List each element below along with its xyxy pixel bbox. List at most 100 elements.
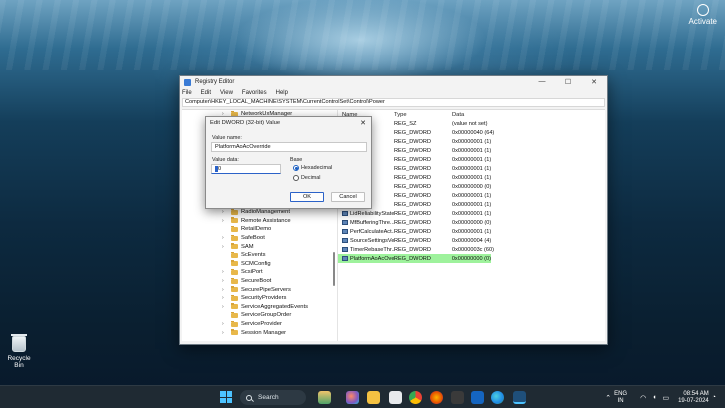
dialog-close-button[interactable]: ✕: [355, 119, 371, 127]
value-type-cell: REG_DWORD: [394, 192, 431, 199]
tree-item[interactable]: › RadioManagement: [222, 208, 290, 217]
value-type-cell: REG_DWORD: [394, 183, 431, 190]
app-icon[interactable]: [451, 391, 464, 404]
title-bar[interactable]: Registry Editor — ☐ ✕: [180, 76, 607, 88]
value-data-field[interactable]: 0: [211, 164, 281, 174]
value-name-text: MfBufferingThre...: [350, 219, 394, 226]
tree-item-label: SecurePipeServers: [241, 286, 291, 293]
value-name-cell: PerfCalculateAct...: [338, 229, 394, 235]
table-row[interactable]: TimerRebaseThr... REG_DWORD 0x0000003c (60…: [338, 245, 605, 254]
tree-item[interactable]: › ServiceProvider: [222, 320, 282, 329]
tree-item[interactable]: › SAM: [222, 242, 254, 251]
tree-item-label: SecurityProviders: [241, 295, 287, 302]
value-data-cell: 0x00000001 (1): [452, 147, 492, 154]
radio-selected-icon: [293, 165, 299, 171]
menu-file[interactable]: File: [182, 90, 192, 96]
menu-help[interactable]: Help: [276, 90, 288, 96]
value-data-cell: 0x00000004 (4): [452, 237, 492, 244]
folder-icon: [231, 243, 238, 250]
tree-item[interactable]: › Session Manager: [222, 328, 286, 337]
ok-button[interactable]: OK: [290, 192, 324, 202]
table-row[interactable]: ...ompli...REG_DWORD0x00000001 (1): [338, 200, 605, 209]
window-title: Registry Editor: [195, 79, 235, 85]
clock[interactable]: 08:54 AM 19-07-2024: [678, 391, 709, 405]
menu-edit[interactable]: Edit: [201, 90, 211, 96]
tree-item[interactable]: › SecureBoot: [222, 277, 271, 286]
outlook-icon[interactable]: [471, 391, 484, 404]
start-button[interactable]: [220, 391, 233, 404]
value-data-cell: 0x0000003c (60): [452, 246, 494, 253]
hexadecimal-radio[interactable]: Hexadecimal: [293, 165, 332, 171]
store-icon[interactable]: [389, 391, 402, 404]
table-row[interactable]: ...izePer...REG_DWORD0x00000000 (0): [338, 182, 605, 191]
cancel-button[interactable]: Cancel: [331, 192, 365, 202]
value-name-text: SourceSettingsVe...: [350, 237, 394, 244]
chevron-up-icon[interactable]: ⌃: [605, 394, 611, 402]
notification-bell-icon[interactable]: ◔: [712, 394, 716, 401]
value-data-cell: 0x00000000 (0): [451, 255, 491, 262]
address-bar[interactable]: Computer\HKEY_LOCAL_MACHINE\SYSTEM\Curre…: [182, 98, 605, 107]
chevron-right-icon: ›: [222, 278, 224, 285]
registry-editor-taskbar-icon[interactable]: [513, 391, 526, 404]
tree-item[interactable]: › ScsiPort: [222, 268, 263, 277]
table-row[interactable]: ...Enable...REG_DWORD0x00000001 (1): [338, 191, 605, 200]
tree-item-label: ScsiPort: [241, 269, 263, 276]
language-indicator[interactable]: ENG IN: [614, 391, 627, 404]
column-type-header[interactable]: Type: [394, 112, 452, 118]
edit-dword-dialog: Edit DWORD (32-bit) Value ✕ Value name: …: [205, 116, 372, 209]
decimal-radio[interactable]: Decimal: [293, 175, 320, 181]
table-row[interactable]: ...werButt...REG_DWORD0x00000001 (1): [338, 155, 605, 164]
folder-icon: [231, 311, 238, 318]
maximize-button[interactable]: ☐: [555, 78, 581, 86]
table-row[interactable]: ...utSupp...REG_DWORD0x00000001 (1): [338, 146, 605, 155]
wifi-icon[interactable]: ◠: [640, 394, 646, 402]
menu-view[interactable]: View: [220, 90, 233, 96]
value-name-text: TimerRebaseThr...: [350, 246, 394, 253]
table-row[interactable]: PerfCalculateAct... REG_DWORD 0x00000001 (…: [338, 227, 605, 236]
table-row[interactable]: LidReliabilityState REG_DWORD 0x00000001 (…: [338, 209, 605, 218]
tree-item[interactable]: › SecurePipeServers: [222, 285, 291, 294]
tree-item[interactable]: › ServiceAggregatedEvents: [222, 303, 308, 312]
battery-icon[interactable]: ▭: [662, 394, 669, 402]
chevron-right-icon: ›: [222, 269, 224, 276]
table-row[interactable]: MfBufferingThre... REG_DWORD 0x00000000 (0…: [338, 218, 605, 227]
table-row[interactable]: ...eDurin...REG_DWORD0x00000001 (1): [338, 137, 605, 146]
value-type-cell: REG_DWORD: [394, 246, 431, 253]
edge-icon[interactable]: [491, 391, 504, 404]
firefox-icon[interactable]: [430, 391, 443, 404]
reg-dword-icon: [342, 247, 348, 253]
table-row[interactable]: SourceSettingsVe...REG_DWORD 0x00000004 (…: [338, 236, 605, 245]
tree-item[interactable]: RetailDemo: [222, 225, 271, 234]
table-row[interactable]: ...essorI...REG_DWORD0x00000001 (1): [338, 173, 605, 182]
volume-icon[interactable]: ◖: [652, 394, 656, 401]
value-data-cell: 0x00000001 (1): [452, 192, 492, 199]
value-type-cell: REG_DWORD: [394, 237, 431, 244]
close-button[interactable]: ✕: [581, 78, 607, 86]
value-name-text: PlatformAoAcOve...: [350, 255, 394, 262]
minimize-button[interactable]: —: [529, 78, 555, 86]
dialog-title-bar[interactable]: Edit DWORD (32-bit) Value ✕: [206, 117, 371, 129]
chevron-right-icon: ›: [222, 243, 224, 250]
tree-item[interactable]: ScEvents: [222, 251, 266, 260]
tree-item[interactable]: › SafeBoot: [222, 234, 265, 243]
menu-favorites[interactable]: Favorites: [242, 90, 267, 96]
value-name-text: LidReliabilityState: [350, 210, 394, 217]
table-row[interactable]: REG_SZ (value not set): [338, 119, 605, 128]
tree-item[interactable]: SCMConfig: [222, 260, 271, 269]
tree-item[interactable]: › SecurityProviders: [222, 294, 286, 303]
tree-item[interactable]: › Remote Assistance: [222, 217, 291, 226]
chrome-icon[interactable]: [409, 391, 422, 404]
copilot-icon[interactable]: [346, 391, 359, 404]
column-data-header[interactable]: Data: [452, 112, 605, 118]
file-explorer-icon[interactable]: [367, 391, 380, 404]
table-row[interactable]: ...matio...REG_DWORD0x00000001 (1): [338, 164, 605, 173]
value-data-cell: 0x00000001 (1): [452, 165, 492, 172]
widgets-icon[interactable]: [318, 391, 331, 404]
table-row[interactable]: PlatformAoAcOve...REG_DWORD 0x00000000 (0…: [338, 254, 491, 264]
recycle-bin-shortcut[interactable]: Recycle Bin: [4, 334, 34, 369]
table-row[interactable]: ...ialUnpa...REG_DWORD0x00000040 (64): [338, 128, 605, 137]
taskbar-search[interactable]: Search: [240, 390, 306, 405]
tree-scrollbar[interactable]: [333, 252, 335, 286]
tree-item[interactable]: ServiceGroupOrder: [222, 311, 291, 320]
chevron-right-icon: ›: [222, 321, 224, 328]
